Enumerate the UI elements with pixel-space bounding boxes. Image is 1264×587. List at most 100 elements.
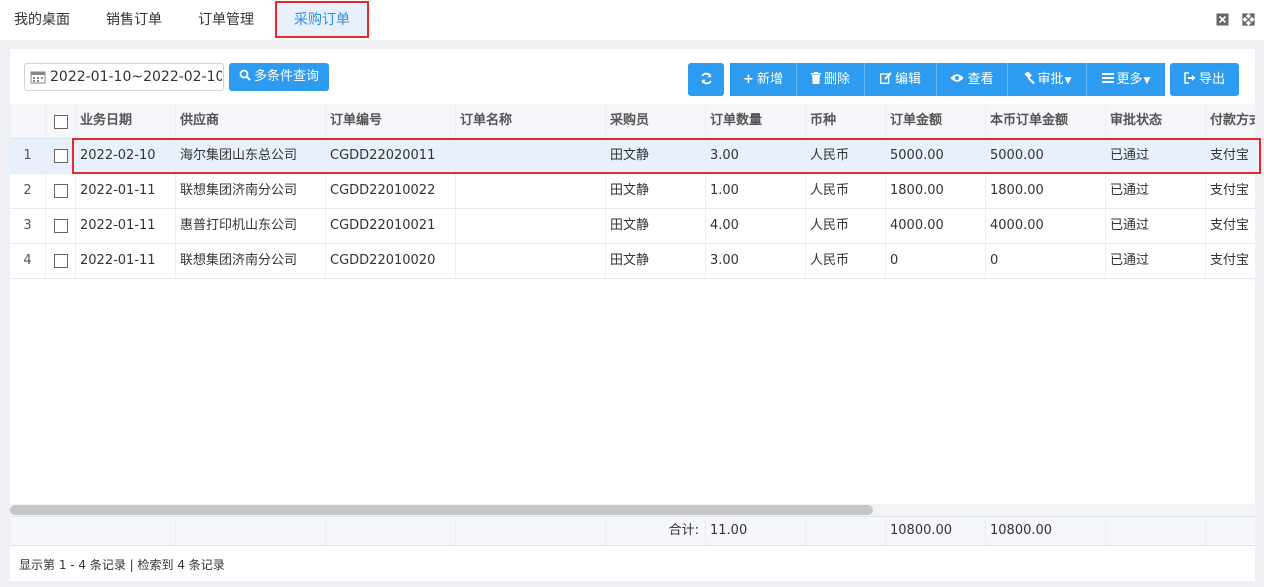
- tab-my-desktop[interactable]: 我的桌面: [0, 0, 84, 40]
- row-checkbox[interactable]: [54, 219, 68, 233]
- row-number: 2: [10, 174, 46, 208]
- menu-icon: [1101, 63, 1114, 96]
- close-all-tabs-icon[interactable]: [1216, 13, 1229, 26]
- cell-amount: 4000.00: [886, 209, 986, 243]
- cell-currency: 人民币: [806, 139, 886, 173]
- summary-label: 合计:: [606, 517, 706, 545]
- horizontal-scrollbar-thumb[interactable]: [10, 505, 873, 515]
- multi-condition-query-button[interactable]: 多条件查询: [229, 63, 329, 91]
- cell-supplier: 海尔集团山东总公司: [176, 139, 326, 173]
- delete-button[interactable]: 删除: [797, 63, 865, 96]
- approve-label: 审批: [1037, 72, 1064, 87]
- cell-payment: 支付宝: [1210, 218, 1250, 233]
- summary-empty: [1106, 517, 1206, 545]
- summary-empty: [1206, 517, 1255, 545]
- column-header-status[interactable]: 审批状态: [1106, 104, 1206, 138]
- caret-down-icon: ▼: [1064, 76, 1072, 86]
- row-number: 1: [10, 139, 46, 173]
- table-header-row: 业务日期 供应商 订单编号 订单名称 采购员 订单数量 币种 订单金额 本币订单…: [10, 104, 1255, 139]
- edit-label: 编辑: [894, 72, 921, 87]
- refresh-icon: [700, 72, 713, 87]
- calendar-icon: [30, 70, 46, 84]
- refresh-button[interactable]: [688, 63, 724, 96]
- cell-quantity: 1.00: [706, 174, 806, 208]
- add-label: 新增: [756, 72, 783, 87]
- summary-empty: [176, 517, 326, 545]
- search-icon: [239, 63, 251, 91]
- export-button[interactable]: 导出: [1170, 63, 1239, 96]
- tab-sales-orders[interactable]: 销售订单: [92, 0, 176, 40]
- caret-down-icon: ▼: [1143, 76, 1151, 86]
- cell-order-code: CGDD22020011: [326, 139, 456, 173]
- cell-amount: 0: [886, 244, 986, 278]
- fullscreen-icon[interactable]: [1242, 13, 1255, 26]
- cell-date: 2022-01-11: [76, 244, 176, 278]
- export-icon: [1184, 63, 1196, 96]
- summary-empty: [806, 517, 886, 545]
- row-checkbox[interactable]: [54, 184, 68, 198]
- export-label: 导出: [1198, 72, 1225, 87]
- column-header-buyer[interactable]: 采购员: [606, 104, 706, 138]
- cell-base-amount: 4000.00: [986, 209, 1106, 243]
- cell-buyer: 田文静: [606, 244, 706, 278]
- row-checkbox[interactable]: [54, 254, 68, 268]
- plus-icon: +: [743, 72, 754, 87]
- cell-order-code: CGDD22010021: [326, 209, 456, 243]
- cell-buyer: 田文静: [606, 174, 706, 208]
- cell-order-name: [456, 244, 606, 278]
- view-label: 查看: [967, 72, 994, 87]
- row-checkbox[interactable]: [54, 149, 68, 163]
- cell-order-code: CGDD22010022: [326, 174, 456, 208]
- cell-base-amount: 0: [986, 244, 1106, 278]
- table-row[interactable]: 2 2022-01-11 联想集团济南分公司 CGDD22010022 田文静 …: [10, 174, 1255, 209]
- cell-date: 2022-01-11: [76, 174, 176, 208]
- cell-amount: 1800.00: [886, 174, 986, 208]
- table-row[interactable]: 4 2022-01-11 联想集团济南分公司 CGDD22010020 田文静 …: [10, 244, 1255, 279]
- cell-currency: 人民币: [806, 174, 886, 208]
- column-header-payment[interactable]: 付款方式: [1206, 104, 1255, 138]
- add-button[interactable]: + 新增: [730, 63, 797, 96]
- view-button[interactable]: 查看: [937, 63, 1008, 96]
- row-number: 3: [10, 209, 46, 243]
- cell-date: 2022-01-11: [76, 209, 176, 243]
- trash-icon: [810, 63, 821, 96]
- cell-currency: 人民币: [806, 244, 886, 278]
- date-range-input[interactable]: 2022-01-10~2022-02-10: [24, 63, 224, 91]
- more-label: 更多: [1116, 72, 1143, 87]
- cell-quantity: 3.00: [706, 139, 806, 173]
- select-all-checkbox[interactable]: [54, 115, 68, 129]
- cell-status: 已通过: [1106, 244, 1206, 278]
- edit-button[interactable]: 编辑: [865, 63, 937, 96]
- more-dropdown-button[interactable]: 更多▼: [1087, 63, 1165, 96]
- delete-label: 删除: [823, 72, 850, 87]
- column-header-currency[interactable]: 币种: [806, 104, 886, 138]
- tab-order-management[interactable]: 订单管理: [184, 0, 268, 40]
- cell-status: 已通过: [1106, 139, 1206, 173]
- table-row[interactable]: 1 2022-02-10 海尔集团山东总公司 CGDD22020011 田文静 …: [10, 139, 1255, 174]
- cell-quantity: 4.00: [706, 209, 806, 243]
- column-header-base-amount[interactable]: 本币订单金额: [986, 104, 1106, 138]
- column-header-quantity[interactable]: 订单数量: [706, 104, 806, 138]
- approve-dropdown-button[interactable]: 审批▼: [1008, 63, 1087, 96]
- column-header-order-name[interactable]: 订单名称: [456, 104, 606, 138]
- gavel-icon: [1023, 63, 1035, 96]
- cell-status: 已通过: [1106, 209, 1206, 243]
- row-number-header: [10, 104, 46, 138]
- cell-quantity: 3.00: [706, 244, 806, 278]
- summary-empty: [10, 517, 176, 545]
- eye-icon: [950, 63, 964, 96]
- cell-amount: 5000.00: [886, 139, 986, 173]
- column-header-date[interactable]: 业务日期: [76, 104, 176, 138]
- cell-buyer: 田文静: [606, 139, 706, 173]
- tab-purchase-orders[interactable]: 采购订单: [275, 1, 369, 38]
- summary-amount: 10800.00: [886, 517, 986, 545]
- purchase-order-table: 业务日期 供应商 订单编号 订单名称 采购员 订单数量 币种 订单金额 本币订单…: [10, 104, 1255, 504]
- summary-empty: [456, 517, 606, 545]
- column-header-supplier[interactable]: 供应商: [176, 104, 326, 138]
- table-row[interactable]: 3 2022-01-11 惠普打印机山东公司 CGDD22010021 田文静 …: [10, 209, 1255, 244]
- row-number: 4: [10, 244, 46, 278]
- cell-supplier: 惠普打印机山东公司: [176, 209, 326, 243]
- cell-base-amount: 1800.00: [986, 174, 1106, 208]
- column-header-amount[interactable]: 订单金额: [886, 104, 986, 138]
- column-header-order-code[interactable]: 订单编号: [326, 104, 456, 138]
